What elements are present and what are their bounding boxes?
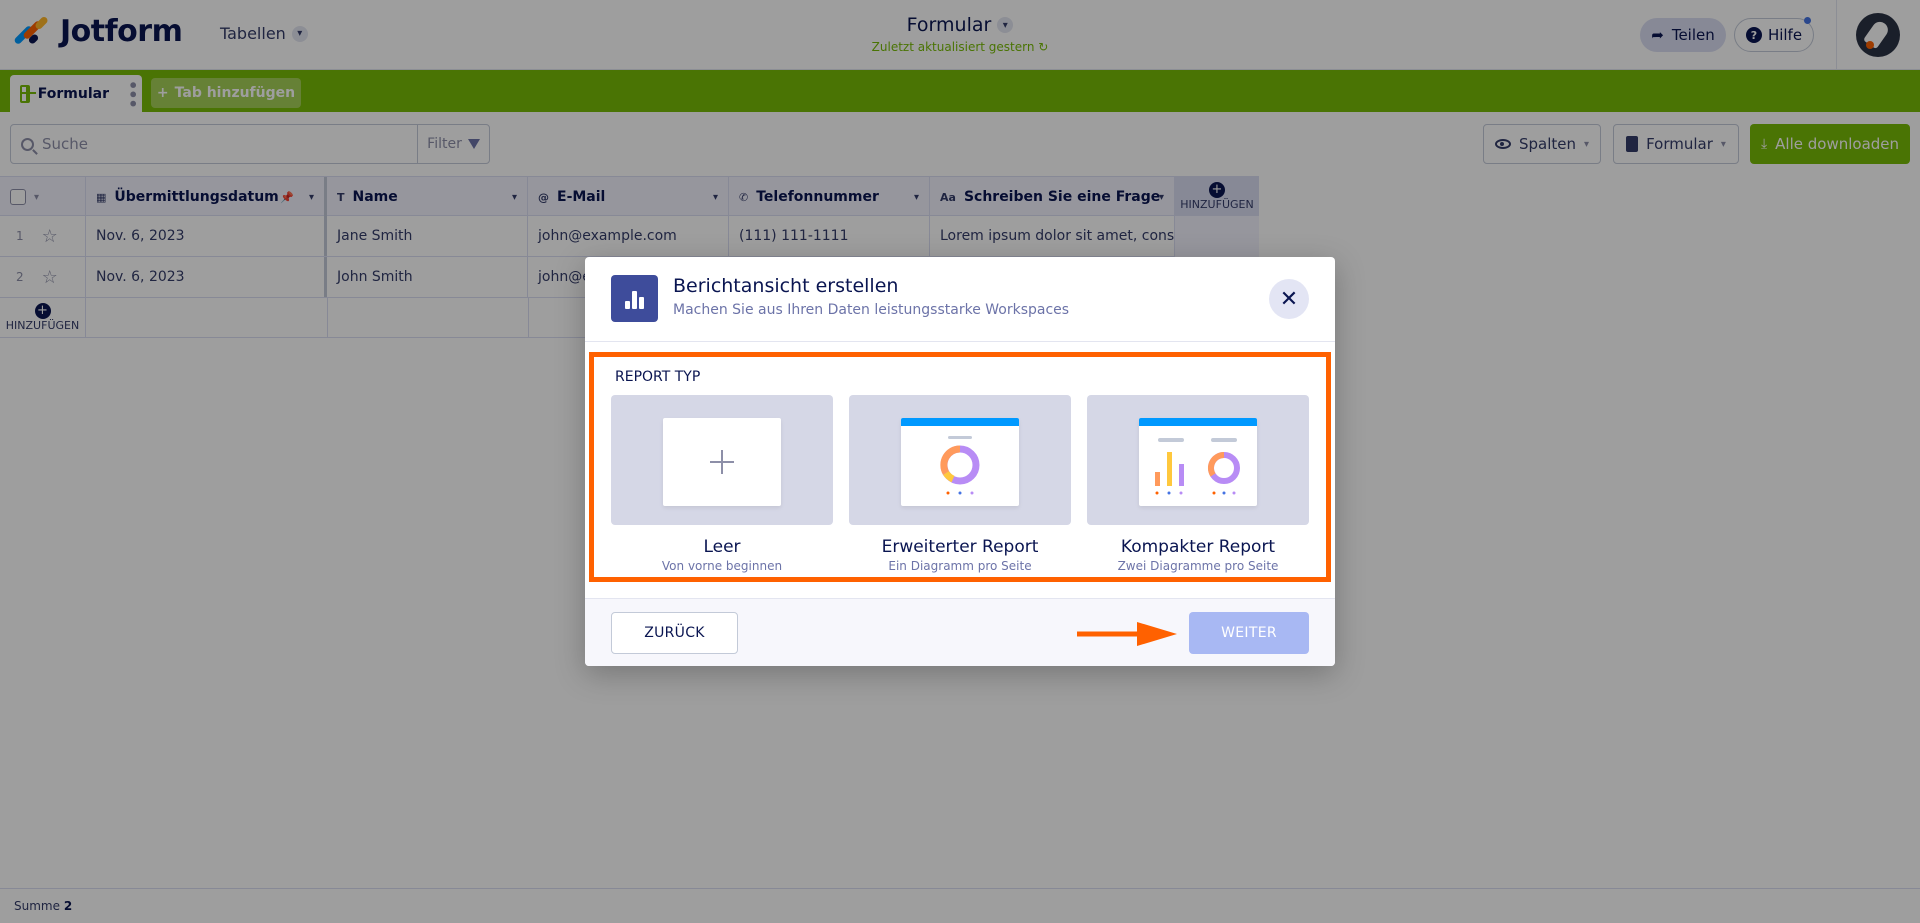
card-thumbnail <box>611 395 833 525</box>
bar-and-donut-icon <box>1155 438 1240 495</box>
blank-page-preview <box>663 418 781 506</box>
report-type-label: REPORT TYP <box>615 369 701 385</box>
card-subtitle: Von vorne beginnen <box>661 559 783 573</box>
card-title: Erweiterter Report <box>881 537 1039 557</box>
report-card-compact[interactable]: Kompakter Report Zwei Diagramme pro Seit… <box>1087 395 1309 582</box>
card-subtitle: Ein Diagramm pro Seite <box>888 559 1032 573</box>
create-report-dialog: Berichtansicht erstellen Machen Sie aus … <box>585 257 1335 666</box>
dialog-footer: ZURÜCK WEITER <box>585 598 1335 666</box>
report-chart-icon <box>611 275 658 322</box>
donut-chart-icon <box>940 436 980 495</box>
card-thumbnail <box>849 395 1071 525</box>
card-subtitle: Zwei Diagramme pro Seite <box>1117 559 1279 573</box>
card-thumbnail <box>1087 395 1309 525</box>
next-button[interactable]: WEITER <box>1189 612 1309 654</box>
extended-report-preview <box>901 418 1019 506</box>
dialog-header: Berichtansicht erstellen Machen Sie aus … <box>585 257 1335 342</box>
card-title: Leer <box>703 537 741 557</box>
card-title: Kompakter Report <box>1120 537 1276 557</box>
close-icon: ✕ <box>1279 286 1299 312</box>
report-card-extended[interactable]: Erweiterter Report Ein Diagramm pro Seit… <box>849 395 1071 582</box>
dialog-title: Berichtansicht erstellen <box>673 275 899 297</box>
compact-report-preview <box>1139 418 1257 506</box>
dialog-subtitle: Machen Sie aus Ihren Daten leistungsstar… <box>673 302 1070 318</box>
back-button[interactable]: ZURÜCK <box>611 612 738 654</box>
plus-icon <box>710 450 734 474</box>
annotation-arrow-icon <box>1077 622 1177 646</box>
report-card-blank[interactable]: Leer Von vorne beginnen <box>611 395 833 582</box>
close-button[interactable]: ✕ <box>1269 279 1309 319</box>
